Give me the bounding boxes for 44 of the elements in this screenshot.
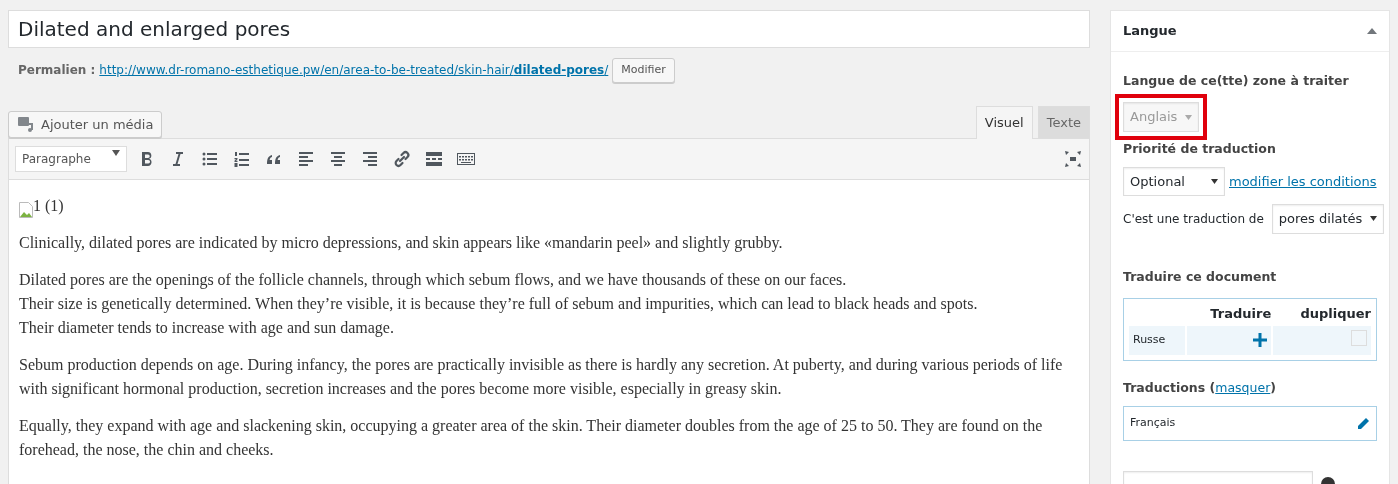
caret-icon [1370,216,1378,222]
edit-button[interactable]: Modifier [612,58,675,83]
pencil-icon[interactable] [1356,416,1370,431]
caret-icon [1211,178,1218,184]
align-left-icon[interactable] [296,149,316,169]
field-label: Priorité de traduction [1123,139,1277,158]
add-media-button[interactable]: Ajouter un média [8,110,163,138]
numbered-list-icon[interactable] [232,149,252,169]
format-select[interactable]: Paragraphe [15,146,127,172]
read-more-icon[interactable] [424,149,444,169]
table-cell: Russe [1129,325,1185,356]
panel-title: Langue [1123,22,1177,40]
broken-image-icon [19,202,33,218]
section-heading: Traductions (masquer) [1123,379,1278,398]
column-header: Traduire [1209,305,1272,324]
field-label: Langue de ce(tte) zone à traiter [1123,71,1350,90]
editor-tab[interactable]: Visuel [975,105,1033,139]
link-icon[interactable] [392,149,412,169]
column-header: dupliquer [1299,305,1371,324]
image-alt-text: 1 (1) [33,196,64,217]
editor-tab[interactable]: Texte [1037,105,1090,138]
paragraph: Sebum production depends on age. During infancy, the pores are practically invisible as there is hardly any secretion. At puberty, and during various periods of life with significant hormonal production, secretion increases and the pores become more visible, especially in greasy skin. [19,355,1064,400]
caret-icon [1185,115,1193,121]
priority-select[interactable]: Optional [1123,166,1225,196]
caret-icon [112,150,120,156]
paragraph: Equally, they expand with age and slackening skin, occupying a greater area of the skin. Their diameter doubles from the age of 25 to 50. They are found on the forehead, the nose, the chin and cheeks. [19,416,1044,460]
hide-link[interactable]: masquer [1215,380,1271,396]
checkbox[interactable] [1351,329,1367,346]
align-center-icon[interactable] [328,149,348,169]
paragraph: Dilated pores are the openings of the follicle channels, through which sebum flows, and we have thousands of these on our faces. Their size is genetically determined. When they’re visible, it is because they’re full of sebum and impurities, which can lead to black heads and spots. Their diameter tends to increase with age and sun damage. [19,270,979,339]
paragraph: Clinically, dilated pores are indicated by micro depressions, and skin appears like «mandarin peel» and slightly grubby. [19,233,784,254]
permalink-label: Permalien : [18,62,96,80]
plus-icon[interactable] [1253,333,1268,348]
translation-language: Français [1130,415,1176,431]
fullscreen-icon[interactable] [1063,149,1083,169]
field-label: C'est une traduction de [1123,210,1264,228]
title-field[interactable]: Dilated and enlarged pores [8,10,1090,48]
media-icon [17,116,35,133]
section-heading: Traduire ce document [1123,267,1278,286]
permalink-link[interactable]: http://www.dr-romano-esthetique.pw/en/area-to-be-treated/skin-hair/dilated-pores/ [99,61,609,80]
align-right-icon[interactable] [360,149,380,169]
conditions-link[interactable]: modifier les conditions [1229,171,1377,191]
translation-of-select[interactable]: pores dilatés [1271,204,1385,234]
collapse-icon[interactable] [1367,27,1377,34]
